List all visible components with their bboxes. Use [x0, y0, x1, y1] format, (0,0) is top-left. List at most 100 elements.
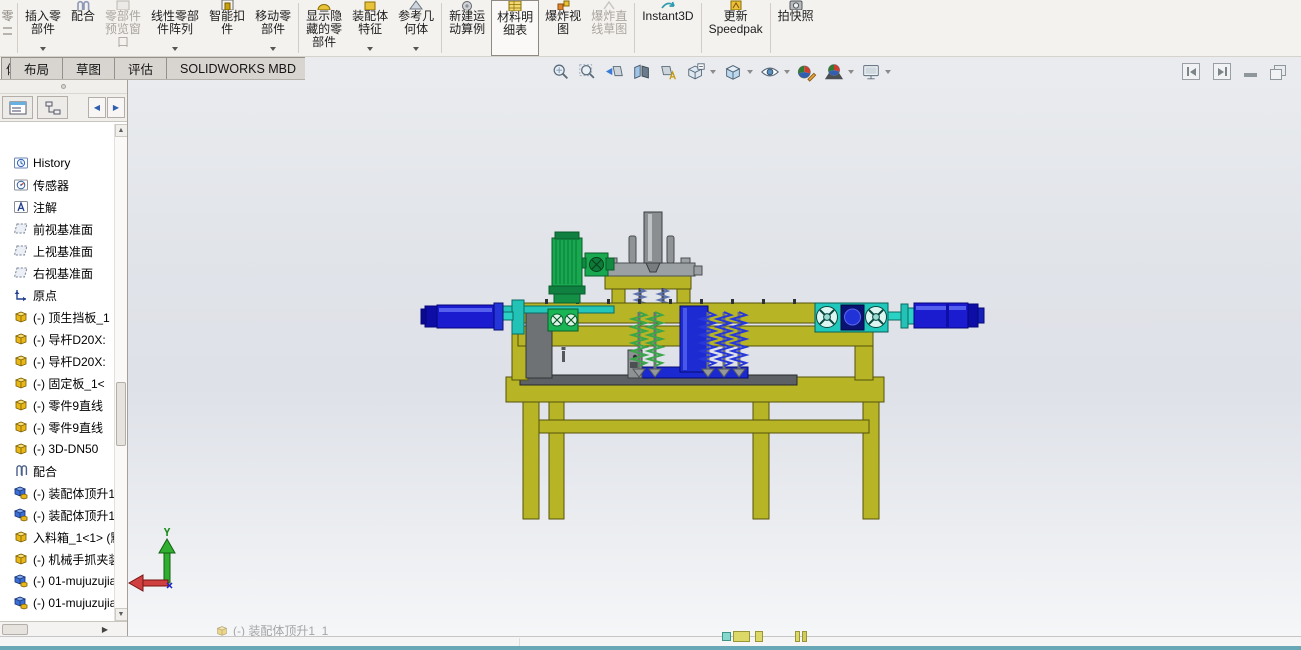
ribbon-tab-2[interactable]: 草图: [62, 57, 115, 79]
tree-item[interactable]: (-) 01-mujuzujian: [0, 592, 127, 614]
tree-item[interactable]: (-) 导杆D20X:: [0, 328, 127, 350]
tree-item-label: (-) 导杆D20X:: [33, 331, 106, 348]
tree-item[interactable]: (-) 装配体顶升1_1: [0, 504, 127, 526]
press-cylinder[interactable]: [644, 212, 662, 263]
toolbar-button-smart-fasteners[interactable]: 智能扣件: [204, 0, 250, 56]
hscroll-thumb[interactable]: [2, 624, 28, 635]
panel-prev-button[interactable]: ◀: [88, 97, 106, 118]
left-cylinder[interactable]: [421, 300, 524, 334]
dropdown-caret-icon[interactable]: [172, 47, 178, 51]
gauge-pin[interactable]: [562, 347, 566, 362]
toolbar-button-explode-line-sketch[interactable]: 爆炸直线草图: [586, 0, 632, 56]
dropdown-caret-icon[interactable]: [710, 70, 716, 74]
tree-item[interactable]: (-) 固定板_1<: [0, 372, 127, 394]
tree-item[interactable]: (-) 零件9直线: [0, 394, 127, 416]
tree-item[interactable]: 注解: [0, 196, 127, 218]
dropdown-caret-icon[interactable]: [40, 47, 46, 51]
collapse-pane-left-button[interactable]: [1182, 63, 1200, 80]
toolbar-button-label: 参考几何体: [398, 10, 434, 36]
toolbar-button-instant3d[interactable]: Instant3D: [637, 0, 698, 56]
right-index-block[interactable]: [815, 303, 888, 332]
previous-view-button[interactable]: [602, 60, 628, 84]
ghost-label: (-) 装配体顶升1_1: [233, 622, 328, 636]
part-icon: [13, 529, 29, 545]
assembly-icon: [13, 595, 29, 611]
scroll-up-button[interactable]: ▲: [115, 124, 128, 137]
assembly-model[interactable]: Y X: [128, 80, 1301, 636]
tree-item[interactable]: 原点: [0, 284, 127, 306]
minimize-window-button[interactable]: [1244, 73, 1257, 77]
table-frame[interactable]: [506, 375, 884, 519]
toolbar-button-update-speedpak[interactable]: 更新Speedpak: [704, 0, 768, 56]
ribbon-tab-3[interactable]: 评估: [114, 57, 167, 79]
display-style-button[interactable]: [720, 60, 746, 84]
apply-scene-button[interactable]: [821, 60, 847, 84]
dropdown-caret-icon[interactable]: [270, 47, 276, 51]
toolbar-button-component-preview-window[interactable]: 零部件预览窗口: [100, 0, 146, 56]
tree-item[interactable]: (-) 导杆D20X:: [0, 350, 127, 372]
panel-next-button[interactable]: ▶: [107, 97, 125, 118]
toolbar-button-reference-geometry[interactable]: 参考几何体: [393, 0, 439, 56]
dropdown-caret-icon[interactable]: [367, 47, 373, 51]
tree-item[interactable]: 配合: [0, 460, 127, 482]
right-cylinder[interactable]: [888, 303, 984, 328]
tree-item[interactable]: 前视基准面: [0, 218, 127, 240]
dropdown-caret-icon[interactable]: [784, 70, 790, 74]
tree-item[interactable]: 传感器: [0, 174, 127, 196]
hscroll-right-button[interactable]: ▶: [97, 623, 113, 635]
toolbar-button-show-hidden-components[interactable]: 显示隐藏的零部件: [301, 0, 347, 56]
tree-vertical-scrollbar[interactable]: ▲ ▼: [114, 124, 127, 621]
tree-item[interactable]: (-) 零件9直线: [0, 416, 127, 438]
tree-item[interactable]: 入料箱_1<1> (默: [0, 526, 127, 548]
clipped-icon: [3, 33, 12, 35]
part-icon: [13, 309, 29, 325]
dropdown-caret-icon[interactable]: [747, 70, 753, 74]
toolbar-button-exploded-view[interactable]: 爆炸视图: [540, 0, 586, 56]
graphics-viewport[interactable]: Y X (-) 装配体顶升1_1: [128, 80, 1301, 636]
scroll-down-button[interactable]: ▼: [115, 608, 128, 621]
status-divider: [519, 638, 520, 646]
tree-item[interactable]: 右视基准面: [0, 262, 127, 284]
dropdown-caret-icon[interactable]: [413, 47, 419, 51]
tree-item[interactable]: (-) 装配体顶升1_1: [0, 482, 127, 504]
toolbar-button-new-motion-study[interactable]: 新建运动算例: [444, 0, 490, 56]
section-view-icon: [631, 62, 653, 82]
tree-horizontal-scrollbar[interactable]: ▶: [0, 621, 127, 636]
apply-scene-icon: [823, 62, 845, 82]
toolbar-button-linear-component-pattern[interactable]: 线性零部件阵列: [146, 0, 204, 56]
collapse-pane-right-button[interactable]: [1213, 63, 1231, 80]
ribbon-tab-1[interactable]: 布局: [10, 57, 63, 79]
zoom-to-fit-button[interactable]: [548, 60, 574, 84]
restore-window-button[interactable]: [1270, 65, 1286, 79]
zoom-to-area-button[interactable]: [575, 60, 601, 84]
feature-tree-tab-button[interactable]: [2, 96, 33, 119]
dropdown-caret-icon[interactable]: [848, 70, 854, 74]
tree-item[interactable]: (-) 机械手抓夹装配: [0, 548, 127, 570]
toolbar-button-move-component[interactable]: 移动零部件: [250, 0, 296, 56]
tree-item[interactable]: (-) 顶生挡板_1: [0, 306, 127, 328]
scroll-thumb[interactable]: [116, 382, 126, 446]
toolbar-button-edit-component-partial[interactable]: 零: [0, 0, 15, 56]
toolbar-button-assembly-features[interactable]: 装配体特征: [347, 0, 393, 56]
section-view-button[interactable]: [629, 60, 655, 84]
view-settings-button[interactable]: [858, 60, 884, 84]
view-orientation-button[interactable]: [683, 60, 709, 84]
tree-item[interactable]: (-) 01-mujuzujian: [0, 570, 127, 592]
tree-item[interactable]: (-) 3D-DN50: [0, 438, 127, 460]
view-annotations-button[interactable]: [656, 60, 682, 84]
tree-item[interactable]: 上视基准面: [0, 240, 127, 262]
panel-splitter[interactable]: [0, 80, 127, 94]
hide-show-items-button[interactable]: [757, 60, 783, 84]
toolbar-button-mate[interactable]: 配合: [66, 0, 100, 56]
edit-appearance-button[interactable]: [794, 60, 820, 84]
dropdown-caret-icon[interactable]: [885, 70, 891, 74]
scroll-track[interactable]: [115, 137, 128, 608]
tree-item-label: (-) 机械手抓夹装配: [33, 551, 127, 568]
property-manager-tab-button[interactable]: [37, 96, 68, 119]
tree-item[interactable]: History: [0, 152, 127, 174]
toolbar-button-insert-components[interactable]: 插入零部件: [20, 0, 66, 56]
toolbar-button-bill-of-materials[interactable]: 材料明细表: [491, 0, 539, 56]
tree-item-label: 前视基准面: [33, 221, 93, 238]
toolbar-button-take-snapshot[interactable]: 拍快照: [773, 0, 819, 56]
ribbon-tab-4[interactable]: SOLIDWORKS MBD: [166, 57, 310, 79]
